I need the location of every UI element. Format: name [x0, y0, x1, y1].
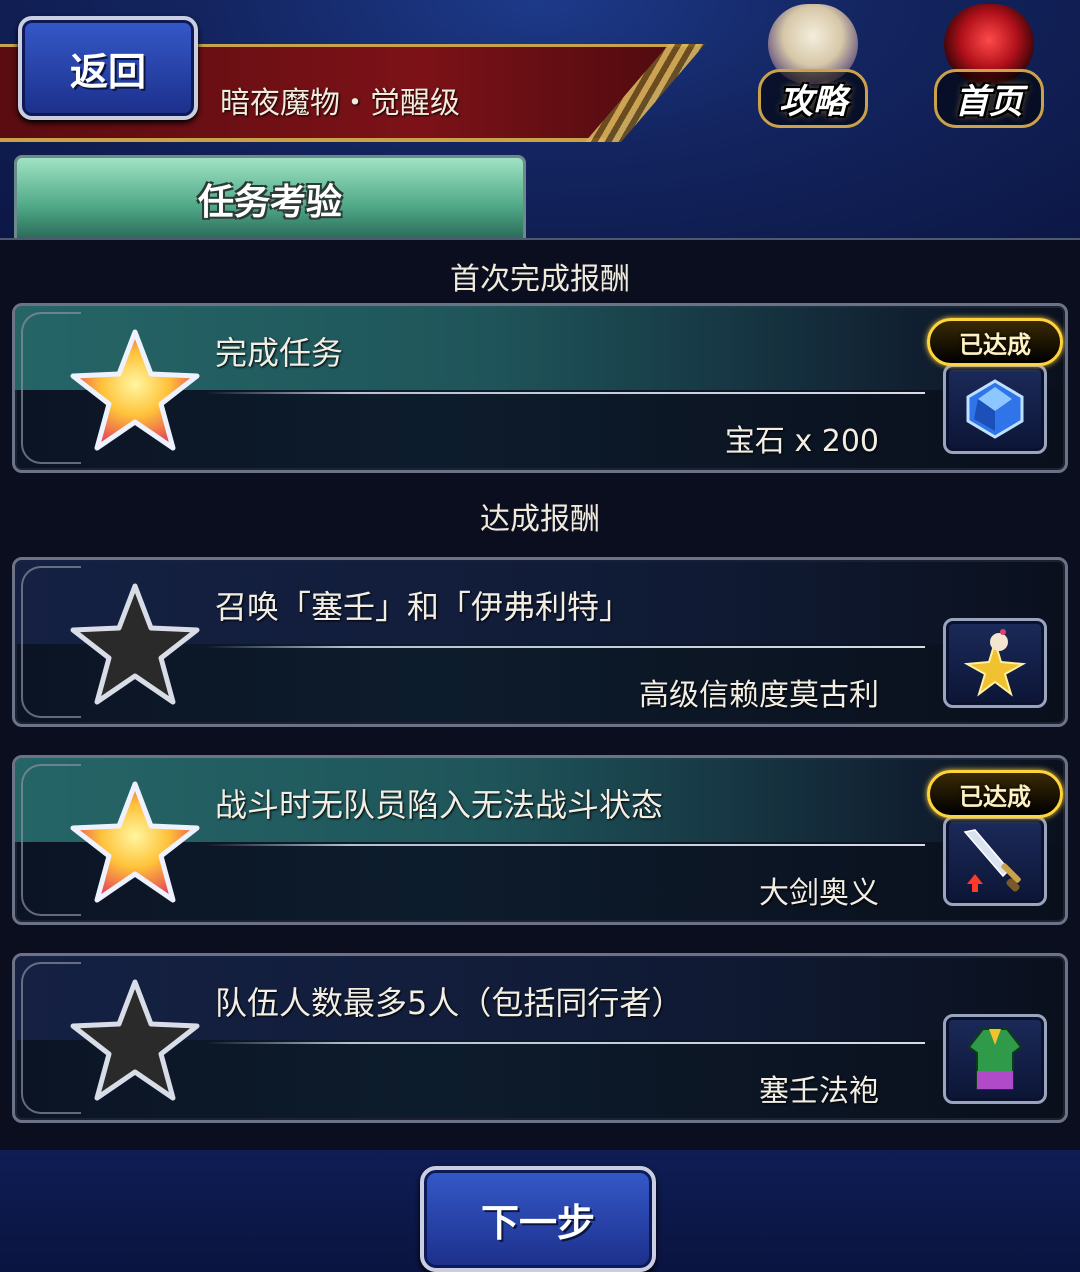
divider	[205, 1042, 925, 1044]
divider	[205, 844, 925, 846]
achieved-star-icon	[70, 781, 200, 903]
section-title-first-clear: 首次完成报酬	[450, 262, 630, 297]
reward-item[interactable]	[943, 816, 1047, 906]
achieved-badge: 已达成	[927, 318, 1063, 366]
back-button[interactable]: 返回	[18, 16, 198, 120]
mission-reward: 高级信赖度莫古利	[639, 678, 879, 713]
unachieved-star-icon	[70, 979, 200, 1101]
divider	[205, 392, 925, 394]
mission-reward: 塞壬法袍	[759, 1074, 879, 1109]
mission-card[interactable]: 战斗时无队员陷入无法战斗状态 大剑奥义 已达成	[12, 755, 1068, 925]
divider	[205, 646, 925, 648]
mission-task: 召唤「塞壬」和「伊弗利特」	[215, 588, 632, 626]
achieved-star-icon	[70, 329, 200, 451]
mission-reward: 宝石 x 200	[724, 424, 879, 459]
mission-card[interactable]: 队伍人数最多5人（包括同行者） 塞壬法袍	[12, 953, 1068, 1123]
guide-label: 攻略	[758, 69, 868, 128]
tab-label: 任务考验	[197, 181, 342, 223]
mission-reward: 大剑奥义	[759, 876, 879, 911]
home-button[interactable]: 首页	[914, 4, 1064, 128]
page-title: 暗夜魔物・觉醒级	[220, 86, 460, 121]
achieved-badge: 已达成	[927, 770, 1063, 818]
home-label: 首页	[934, 69, 1044, 128]
unachieved-star-icon	[70, 583, 200, 705]
mission-task: 战斗时无队员陷入无法战斗状态	[215, 786, 664, 824]
greatsword-icon	[963, 829, 1021, 892]
robe-icon	[967, 1028, 1023, 1090]
tab-mission-trial[interactable]: 任务考验	[14, 155, 526, 239]
reward-item[interactable]	[943, 364, 1047, 454]
mission-card[interactable]: 召唤「塞壬」和「伊弗利特」 高级信赖度莫古利	[12, 557, 1068, 727]
mission-card[interactable]: 完成任务 宝石 x 200 已达成	[12, 303, 1068, 473]
section-title-achievement: 达成报酬	[480, 502, 600, 537]
mission-task: 完成任务	[215, 334, 344, 372]
next-button[interactable]: 下一步	[420, 1166, 656, 1272]
mission-task: 队伍人数最多5人（包括同行者）	[215, 984, 684, 1022]
reward-item[interactable]	[943, 1014, 1047, 1104]
moogle-star-icon	[963, 629, 1027, 697]
gem-icon	[966, 379, 1024, 439]
guide-button[interactable]: 攻略	[738, 4, 888, 128]
reward-item[interactable]	[943, 618, 1047, 708]
